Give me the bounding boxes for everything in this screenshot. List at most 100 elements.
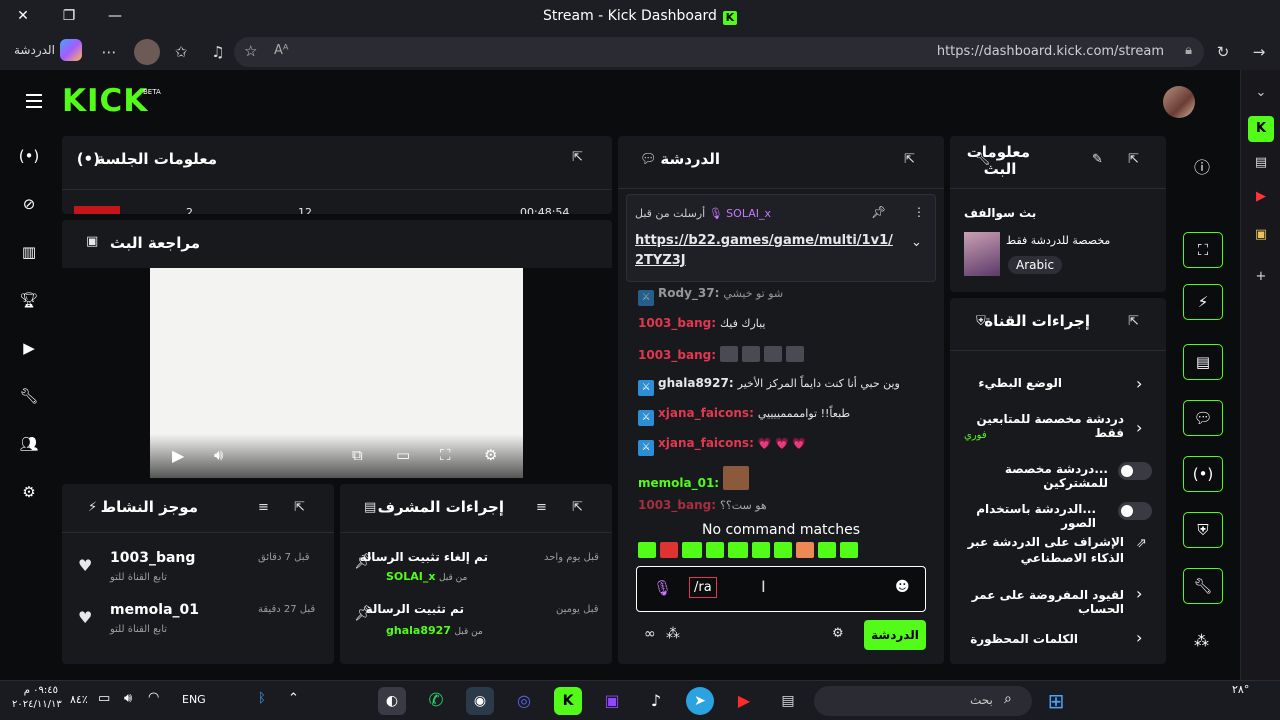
menu-icon[interactable] (26, 94, 42, 112)
app-icon[interactable]: ◐ (378, 687, 406, 715)
pip-icon[interactable]: ⧉ (352, 446, 363, 464)
document-button[interactable]: ▤ (1183, 344, 1223, 380)
settings-icon[interactable]: ⚙ (484, 446, 497, 464)
analytics-icon[interactable]: ▥ (16, 239, 42, 265)
search-placeholder[interactable]: بحث (970, 693, 993, 707)
video-preview[interactable]: ▶ 🔊︎ ⧉ ▭ ⛶ ⚙ (150, 268, 523, 478)
battery-icon[interactable]: ▭ (98, 691, 110, 706)
more-icon[interactable]: ⋯ (96, 39, 122, 65)
activity-user[interactable]: 1003_bang (110, 550, 195, 566)
whatsapp-icon[interactable]: ✆ (422, 687, 450, 715)
settings-icon[interactable]: ⚙ (832, 626, 844, 641)
volume-icon[interactable]: 🔊︎ (214, 446, 223, 464)
activity-user[interactable]: memola_01 (110, 602, 199, 618)
mod-action-user[interactable]: SOLAI_x (386, 570, 435, 583)
popout-icon[interactable]: ⇱ (294, 500, 305, 515)
read-aloud-icon[interactable]: ♫ (205, 39, 231, 65)
popout-icon[interactable]: ⇱ (904, 152, 915, 167)
youtube-icon[interactable]: ▶ (1248, 184, 1274, 210)
youtube-icon[interactable]: ▶ (730, 687, 758, 715)
channel-action-label[interactable]: الإشراف على الدردشة عبر الذكاء الاصطناعي (964, 534, 1124, 566)
play-icon[interactable]: ▶ (172, 446, 184, 465)
kick-app-icon[interactable]: K (1248, 116, 1274, 142)
live-button[interactable]: (•) (1183, 456, 1223, 492)
chevron-down-icon[interactable]: ⌄ (911, 235, 922, 250)
community-icon[interactable]: ⁂ (666, 626, 680, 642)
fullscreen-view-button[interactable]: ⛶ (1183, 232, 1223, 268)
copilot-icon[interactable] (60, 39, 82, 61)
send-chat-button[interactable]: الدردشة (864, 620, 926, 650)
users-icon[interactable]: 👥︎ (16, 431, 42, 457)
refresh-icon[interactable]: ↻ (1210, 39, 1236, 65)
weather-temp[interactable]: ٢٨° (1232, 683, 1249, 696)
channel-action-label[interactable]: الوضع البطيء (978, 376, 1062, 390)
volume-icon[interactable]: 🔊︎ (124, 691, 132, 706)
edit-icon[interactable]: ✎ (1092, 152, 1103, 167)
edge-icon[interactable]: ◉ (466, 687, 494, 715)
popout-icon[interactable]: ⇱ (572, 150, 583, 165)
files-icon[interactable]: ▤ (774, 687, 802, 715)
url-text[interactable]: https://dashboard.kick.com/stream (937, 44, 1164, 59)
popout-icon[interactable]: ⇱ (1128, 314, 1139, 329)
chat-input[interactable]: 🎙︎ /ra I ☻ (636, 566, 926, 612)
community-icon[interactable]: ⁂ (1194, 632, 1209, 650)
address-bar[interactable]: ☆ Aᴬ https://dashboard.kick.com/stream 🔒… (234, 37, 1204, 67)
trophy-icon[interactable]: 🏆︎ (16, 287, 42, 313)
channel-action-label[interactable]: ...دردشة مخصصة للمشتركين (950, 462, 1108, 490)
text-size-icon[interactable]: Aᴬ (274, 43, 289, 58)
language-indicator[interactable]: ENG (182, 693, 206, 706)
infinity-icon[interactable]: ∞ (644, 626, 656, 642)
favorites-icon[interactable]: ✩ (168, 39, 194, 65)
bolt-button[interactable]: ⚡︎ (1183, 284, 1223, 320)
tab-icon[interactable]: ▤ (1248, 150, 1274, 176)
external-link-icon[interactable]: ⇗ (1136, 536, 1147, 551)
more-vertical-icon[interactable]: ⋮ (913, 205, 925, 219)
link-icon[interactable]: ⊘ (16, 191, 42, 217)
video-icon[interactable]: ▶ (16, 335, 42, 361)
channel-action-label[interactable]: لقيود المفروضة على عمر الحساب (950, 588, 1124, 616)
emoji-icon[interactable]: ☻ (895, 579, 910, 595)
windows-start-icon[interactable]: ⊞ (1042, 687, 1070, 715)
mic-icon[interactable]: 🎙︎ (653, 579, 672, 597)
pinned-link[interactable]: https://b22.games/game/multi/1v1/2TYZ3J (635, 231, 897, 271)
star-icon[interactable]: ☆ (244, 42, 257, 60)
subscriber-chat-toggle[interactable] (1118, 462, 1152, 480)
wrench-button[interactable]: 🔧︎ (1183, 568, 1223, 604)
stream-icon[interactable]: (•) (16, 143, 42, 169)
taskbar-search[interactable]: بحث ⌕ (814, 686, 1032, 716)
telegram-icon[interactable]: ➤ (686, 687, 714, 715)
forward-icon[interactable]: → (1246, 39, 1272, 65)
chevron-right-icon[interactable]: › (1136, 584, 1142, 603)
discord-icon[interactable]: ◎ (510, 687, 538, 715)
popout-icon[interactable]: ⇱ (572, 500, 583, 515)
popout-icon[interactable]: ⇱ (1128, 152, 1139, 167)
filter-icon[interactable]: ≡ (536, 500, 547, 515)
channel-action-label[interactable]: الكلمات المحظورة (970, 632, 1078, 646)
wifi-icon[interactable]: ◠ (148, 690, 159, 705)
pinned-user[interactable]: SOLAI_x (726, 207, 771, 220)
profile-icon[interactable] (134, 39, 160, 65)
clock-time[interactable]: ٠٩:٤٥ م (12, 684, 58, 698)
mod-action-user[interactable]: ghala8927 (386, 624, 451, 637)
kick-icon[interactable]: K (554, 687, 582, 715)
bluetooth-icon[interactable]: ᛒ (258, 691, 266, 706)
theater-icon[interactable]: ▭ (396, 446, 410, 464)
fullscreen-icon[interactable]: ⛶ (440, 446, 451, 464)
emote-bar[interactable] (638, 540, 928, 560)
kick-logo[interactable]: KICK (62, 83, 148, 119)
pin-icon[interactable]: 📌︎ (871, 205, 886, 219)
notes-icon[interactable]: ▣ (1248, 222, 1274, 248)
avatar[interactable] (1163, 86, 1195, 118)
browser-chat-label[interactable]: الدردشة (14, 43, 55, 57)
tray-chevron-icon[interactable]: ⌃ (288, 691, 299, 706)
shield-button[interactable]: ⛨ (1183, 512, 1223, 548)
filter-icon[interactable]: ≡ (258, 500, 269, 515)
chat-button[interactable]: 💬︎ (1183, 400, 1223, 436)
pinned-message[interactable]: أرسلت من قبل 🎙︎ SOLAI_x 📌︎ ⋮ https://b22… (626, 194, 936, 282)
chevron-right-icon[interactable]: › (1136, 418, 1142, 437)
tiktok-icon[interactable]: ♪ (642, 687, 670, 715)
settings-icon[interactable]: ⚙ (16, 479, 42, 505)
image-chat-toggle[interactable] (1118, 502, 1152, 520)
chevron-down-icon[interactable]: ⌄ (1248, 80, 1274, 106)
chat-input-value[interactable]: /ra (689, 577, 717, 598)
